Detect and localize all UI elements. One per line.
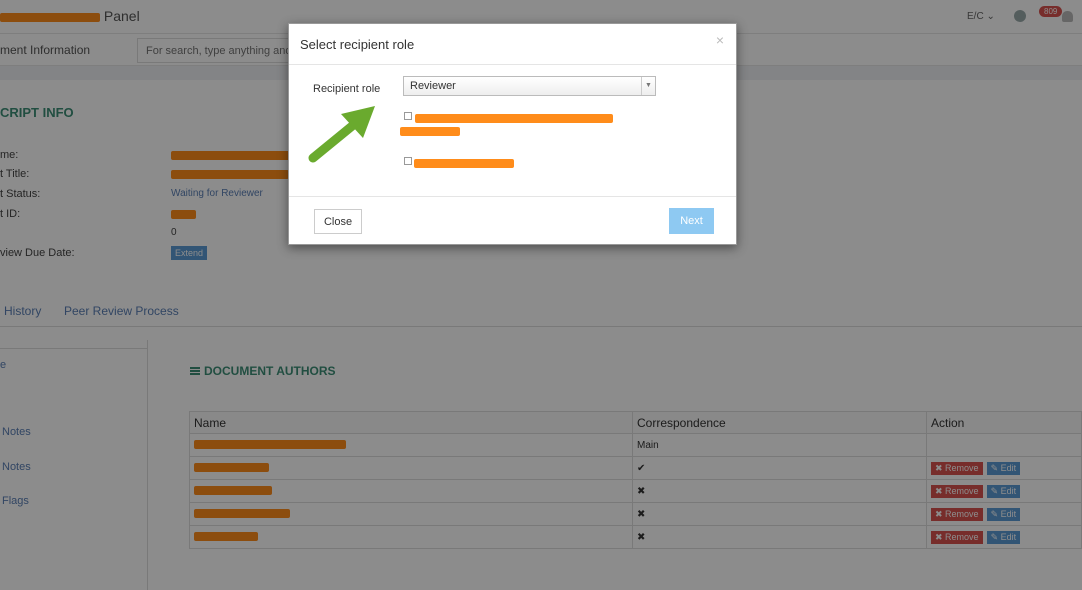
redacted-text [415,113,613,123]
redacted-text [400,126,460,136]
recipient-role-value: Reviewer [410,80,456,92]
annotation-arrow-icon [308,106,375,163]
modal-footer-divider [289,196,736,197]
recipient-checkbox-2[interactable] [404,157,412,165]
next-button[interactable]: Next [669,208,714,234]
recipient-label-1 [400,112,613,136]
close-icon[interactable]: × [716,32,724,48]
chevron-down-icon: ▼ [641,77,655,95]
redacted-text [414,158,514,168]
modal-title: Select recipient role [300,37,415,52]
recipient-role-label: Recipient role [313,83,381,95]
recipient-role-select[interactable]: Reviewer ▼ [403,76,656,96]
recipient-label-2 [414,157,514,169]
close-button[interactable]: Close [314,209,362,234]
modal-header: Select recipient role × [289,24,736,65]
